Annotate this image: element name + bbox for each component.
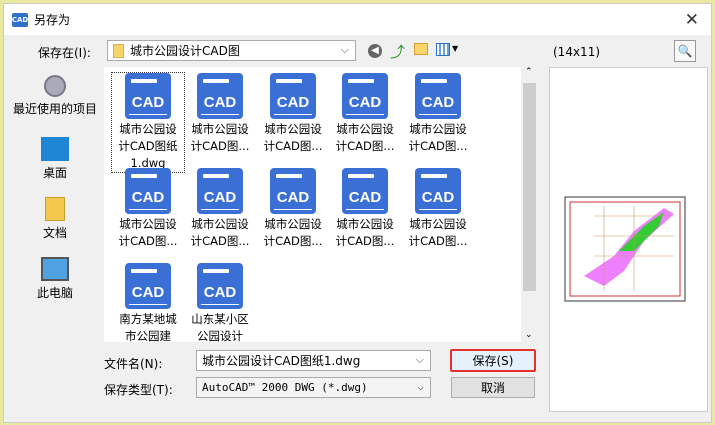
location-dropdown[interactable]: 城市公园设计CAD图 ⌵: [107, 40, 356, 61]
file-item[interactable]: CAD 城市公园设计CAD图...: [184, 73, 256, 155]
filename-label: 文件名(N):: [104, 357, 163, 371]
filetype-dropdown[interactable]: AutoCAD™ 2000 DWG (*.dwg) ⌵: [196, 377, 431, 398]
cad-file-icon: CAD: [415, 73, 461, 119]
place-label: 此电脑: [36, 286, 73, 300]
file-item[interactable]: CAD 城市公园设计CAD图...: [257, 168, 329, 250]
file-name-line: 公园设计: [197, 329, 243, 342]
file-name-line: 南方某地城: [119, 312, 177, 326]
place-this-pc[interactable]: 此电脑: [9, 257, 101, 301]
recent-icon: [44, 75, 66, 97]
cad-file-icon: CAD: [125, 73, 171, 119]
file-name-line: 城市公园设: [191, 217, 249, 231]
file-name-line: 城市公园设: [119, 122, 177, 136]
file-item[interactable]: CAD 城市公园设 计CAD图纸 1.dwg: [111, 72, 185, 173]
places-sidebar: 最近使用的项目 桌面 文档 此电脑: [9, 67, 101, 337]
file-name-line: 城市公园设: [264, 122, 322, 136]
file-name-line: 计CAD图...: [335, 139, 395, 153]
file-name-line: 城市公园设: [191, 122, 249, 136]
scrollbar-thumb[interactable]: [523, 83, 536, 291]
cad-file-icon: CAD: [270, 168, 316, 214]
file-name-line: 计CAD图...: [263, 139, 323, 153]
cad-file-icon: CAD: [197, 263, 243, 309]
save-as-dialog: CAD 另存为 ✕ 保存在(I): 城市公园设计CAD图 ⌵ ◀ ⤴ ▼ (14…: [3, 3, 712, 423]
file-item[interactable]: CAD 城市公园设计CAD图...: [402, 168, 474, 250]
view-menu-icon[interactable]: [436, 43, 450, 56]
back-icon[interactable]: ◀: [368, 44, 382, 58]
save-in-label: 保存在(I):: [38, 46, 91, 60]
file-name-line: 计CAD图...: [335, 234, 395, 248]
filetype-label: 保存类型(T):: [104, 383, 173, 397]
file-name-line: 城市公园设: [409, 217, 467, 231]
file-name-line: 城市公园设: [409, 122, 467, 136]
filename-value: 城市公园设计CAD图纸1.dwg: [202, 354, 361, 368]
place-label: 最近使用的项目: [12, 102, 97, 116]
cad-file-icon: CAD: [125, 263, 171, 309]
dialog-title: 另存为: [34, 13, 71, 27]
scroll-up-icon[interactable]: ⌃: [525, 67, 533, 77]
cad-file-icon: CAD: [415, 168, 461, 214]
cad-file-icon: CAD: [342, 168, 388, 214]
filename-input[interactable]: 城市公园设计CAD图纸1.dwg ⌵: [196, 350, 431, 371]
file-item[interactable]: CAD 城市公园设计CAD图...: [184, 168, 256, 250]
drawing-preview-thumbnail: [564, 196, 686, 302]
file-name-line: 计CAD图...: [190, 139, 250, 153]
location-value: 城市公园设计CAD图: [130, 44, 240, 58]
file-name-line: 山东某小区: [191, 312, 249, 326]
place-documents[interactable]: 文档: [9, 197, 101, 241]
preview-toggle-icon[interactable]: 🔍: [674, 40, 696, 62]
save-button[interactable]: 保存(S): [450, 349, 536, 372]
place-label: 文档: [42, 226, 67, 240]
file-list: ⌃ ⌄ CAD 城市公园设 计CAD图纸 1.dwg CAD 城市公园设 计CAD图... C…: [104, 67, 538, 342]
file-item[interactable]: CAD 城市公园设计CAD图...: [329, 168, 401, 250]
chevron-down-icon: ⌵: [415, 353, 424, 366]
cad-file-icon: CAD: [342, 73, 388, 119]
chevron-down-icon: ⌵: [417, 380, 424, 393]
file-name-line: 计CAD图纸: [118, 139, 178, 153]
place-label: 桌面: [42, 166, 67, 180]
file-name-line: 市公园建: [125, 329, 171, 342]
title-bar: CAD 另存为 ✕: [4, 4, 711, 35]
file-item[interactable]: CAD 山东某小区公园设计: [184, 263, 256, 342]
scroll-down-icon[interactable]: ⌄: [525, 330, 533, 340]
file-item[interactable]: CAD 城市公园设计CAD图...: [112, 168, 184, 250]
close-icon[interactable]: ✕: [685, 10, 699, 30]
file-name-line: 计CAD图...: [408, 234, 468, 248]
place-desktop[interactable]: 桌面: [9, 137, 101, 181]
file-name-line: 计CAD图...: [118, 234, 178, 248]
documents-icon: [45, 197, 65, 221]
desktop-icon: [41, 137, 69, 161]
computer-icon: [41, 257, 69, 281]
new-folder-icon[interactable]: [414, 43, 428, 55]
file-name-line: 计CAD图...: [190, 234, 250, 248]
scrollbar[interactable]: ⌃ ⌄: [521, 67, 538, 342]
file-name-line: 城市公园设: [336, 217, 394, 231]
cad-file-icon: CAD: [197, 73, 243, 119]
file-item[interactable]: CAD 南方某地城市公园建: [112, 263, 184, 342]
cad-file-icon: CAD: [125, 168, 171, 214]
preview-panel: [549, 67, 708, 412]
preview-size-label: (14x11): [553, 45, 601, 59]
file-item[interactable]: CAD 城市公园设计CAD图...: [257, 73, 329, 155]
file-name-line: 计CAD图...: [263, 234, 323, 248]
cad-file-icon: CAD: [197, 168, 243, 214]
file-name-line: 城市公园设: [264, 217, 322, 231]
folder-icon: [113, 43, 124, 58]
filetype-value: AutoCAD™ 2000 DWG (*.dwg): [202, 381, 368, 394]
place-recent[interactable]: 最近使用的项目: [9, 75, 101, 117]
cancel-button[interactable]: 取消: [451, 377, 535, 398]
view-dropdown-arrow-icon[interactable]: ▼: [452, 44, 458, 53]
file-item[interactable]: CAD 城市公园设计CAD图...: [402, 73, 474, 155]
chevron-down-icon: ⌵: [340, 43, 349, 56]
cad-file-icon: CAD: [270, 73, 316, 119]
cad-app-icon: CAD: [12, 12, 28, 27]
file-name-line: 计CAD图...: [408, 139, 468, 153]
up-folder-icon[interactable]: ⤴: [390, 41, 405, 62]
file-name-line: 城市公园设: [119, 217, 177, 231]
file-name-line: 城市公园设: [336, 122, 394, 136]
file-item[interactable]: CAD 城市公园设计CAD图...: [329, 73, 401, 155]
